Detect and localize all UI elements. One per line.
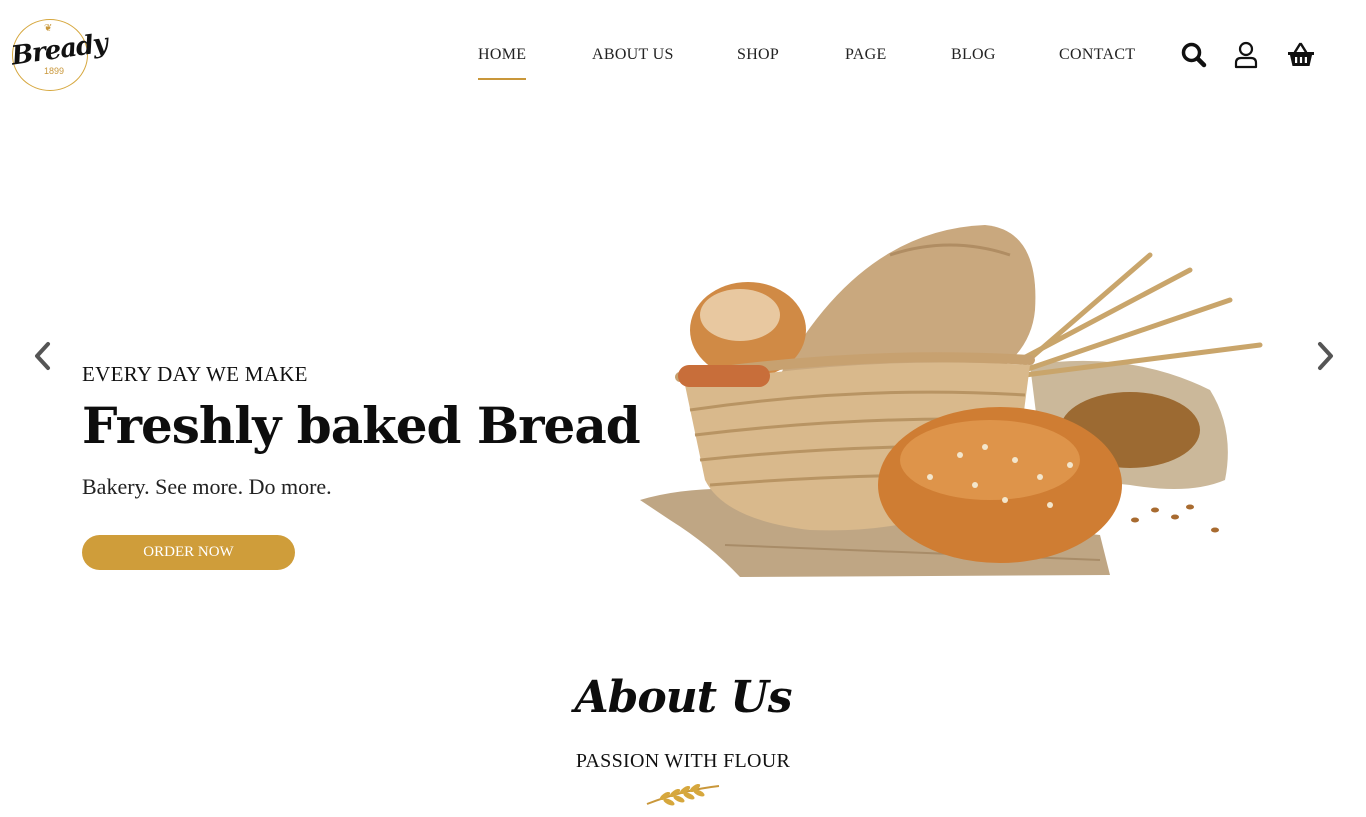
hero-title: Freshly baked Bread — [82, 396, 641, 455]
nav-item-contact[interactable]: CONTACT — [1059, 46, 1135, 64]
nav-item-page[interactable]: PAGE — [845, 46, 887, 64]
bread-basket-image — [630, 215, 1280, 595]
nav-item-home[interactable]: HOME — [478, 46, 527, 80]
hero-kicker: EVERY DAY WE MAKE — [82, 362, 308, 386]
about-title: About Us — [574, 672, 792, 723]
logo-year: 1899 — [44, 66, 65, 76]
slider-next-arrow-icon[interactable] — [1310, 338, 1340, 374]
nav-item-blog[interactable]: BLOG — [951, 46, 996, 64]
brand-logo[interactable]: ❦ Bready 1899 — [8, 17, 109, 93]
hero-subtitle: Bakery. See more. Do more. — [82, 474, 332, 499]
wheat-divider-icon — [643, 782, 723, 808]
user-icon[interactable] — [1232, 40, 1262, 70]
about-subtitle: PASSION WITH FLOUR — [575, 750, 791, 772]
nav-item-about-us[interactable]: ABOUT US — [592, 46, 674, 64]
basket-icon[interactable] — [1286, 40, 1316, 70]
nav-item-shop[interactable]: SHOP — [737, 46, 779, 64]
wheat-sprig-icon: ❦ — [44, 23, 53, 34]
slider-prev-arrow-icon[interactable] — [28, 338, 58, 374]
search-icon[interactable] — [1179, 40, 1209, 70]
order-now-button[interactable]: ORDER NOW — [82, 535, 295, 570]
